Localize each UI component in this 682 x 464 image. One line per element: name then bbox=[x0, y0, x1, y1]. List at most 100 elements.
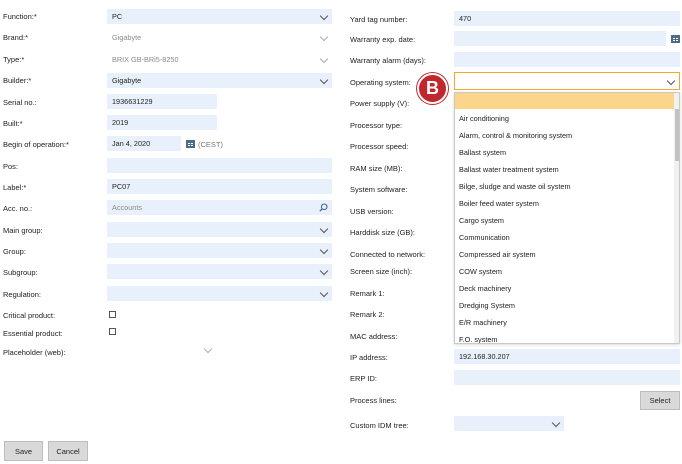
ip-input[interactable]: 192.168.30.207 bbox=[454, 349, 680, 364]
os-dropdown-list[interactable]: Air conditioning Alarm, control & monito… bbox=[454, 92, 680, 344]
acc-label: Acc. no.: bbox=[3, 204, 33, 213]
chevron-down-icon bbox=[319, 224, 329, 234]
group-select[interactable] bbox=[107, 243, 332, 258]
dropdown-option[interactable]: Alarm, control & monitoring system bbox=[459, 131, 572, 140]
save-button[interactable]: Save bbox=[4, 441, 43, 461]
label-input[interactable]: PC07 bbox=[107, 179, 332, 194]
scrollbar-thumb[interactable] bbox=[675, 109, 679, 161]
chevron-down-icon bbox=[666, 76, 676, 86]
calendar-icon[interactable] bbox=[186, 140, 195, 148]
hdd-label: Harddisk size (GB): bbox=[350, 228, 416, 237]
idm-select[interactable] bbox=[454, 416, 564, 431]
chevron-down-icon bbox=[319, 266, 329, 276]
label-value: PC07 bbox=[112, 182, 131, 191]
warranty-exp-input[interactable] bbox=[454, 31, 666, 46]
pos-label: Pos: bbox=[3, 162, 19, 171]
dropdown-option[interactable]: Air conditioning bbox=[459, 114, 509, 123]
warranty-alarm-label: Warranty alarm (days): bbox=[350, 56, 426, 65]
built-label: Built:* bbox=[3, 119, 23, 128]
ip-label: IP address: bbox=[350, 353, 388, 362]
dropdown-option[interactable]: Bilge, sludge and waste oil system bbox=[459, 182, 571, 191]
annotation-marker: B bbox=[417, 73, 448, 104]
group-label: Group: bbox=[3, 247, 26, 256]
dropdown-option[interactable]: Ballast system bbox=[459, 148, 506, 157]
dropdown-option[interactable]: Dredging System bbox=[459, 301, 515, 310]
type-value: BRIX GB-BRi5-8250 bbox=[112, 55, 179, 64]
serial-input[interactable]: 1936631229 bbox=[107, 94, 217, 109]
serial-label: Serial no.: bbox=[3, 98, 37, 107]
type-label: Type:* bbox=[3, 55, 25, 64]
chevron-down-icon bbox=[319, 54, 329, 64]
dropdown-option[interactable]: Compressed air system bbox=[459, 250, 536, 259]
chevron-down-icon bbox=[319, 11, 329, 21]
placeholder-web-label: Placeholder (web): bbox=[3, 348, 66, 357]
chevron-down-icon[interactable] bbox=[203, 344, 213, 354]
chevron-down-icon bbox=[319, 245, 329, 255]
regulation-label: Regulation: bbox=[3, 290, 41, 299]
dropdown-scrollbar[interactable] bbox=[674, 93, 679, 343]
acc-placeholder: Accounts bbox=[112, 203, 143, 212]
critical-label: Critical product: bbox=[3, 311, 56, 320]
critical-checkbox[interactable] bbox=[109, 311, 116, 318]
builder-value: Gigabyte bbox=[112, 76, 142, 85]
type-select[interactable]: BRIX GB-BRi5-8250 bbox=[107, 52, 332, 67]
search-icon[interactable] bbox=[319, 203, 328, 212]
subgroup-select[interactable] bbox=[107, 264, 332, 279]
screen-label: Screen size (inch): bbox=[350, 267, 413, 276]
chevron-down-icon bbox=[319, 288, 329, 298]
regulation-select[interactable] bbox=[107, 286, 332, 301]
essential-checkbox[interactable] bbox=[109, 328, 116, 335]
yard-tag-input[interactable]: 470 bbox=[454, 11, 680, 26]
sys-sw-label: System software: bbox=[350, 185, 408, 194]
dropdown-highlighted-option[interactable] bbox=[455, 93, 675, 109]
idm-label: Custom IDM tree: bbox=[350, 421, 409, 430]
dropdown-option[interactable]: Boiler feed water system bbox=[459, 199, 539, 208]
yard-tag-value: 470 bbox=[459, 14, 472, 23]
os-select[interactable] bbox=[454, 72, 680, 90]
built-input[interactable]: 2019 bbox=[107, 115, 217, 130]
select-button[interactable]: Select bbox=[640, 391, 680, 410]
label-field-label: Label:* bbox=[3, 183, 27, 192]
function-value: PC bbox=[112, 12, 123, 21]
builder-label: Builder:* bbox=[3, 76, 32, 85]
main-group-select[interactable] bbox=[107, 222, 332, 237]
pos-input[interactable] bbox=[107, 158, 332, 173]
mac-label: MAC address: bbox=[350, 332, 398, 341]
timezone-label: (CEST) bbox=[198, 140, 223, 149]
brand-value: Gigabyte bbox=[112, 33, 142, 42]
process-lines-label: Process lines: bbox=[350, 396, 397, 405]
function-select[interactable]: PC bbox=[107, 9, 332, 24]
os-label: Operating system: bbox=[350, 78, 411, 87]
begin-label: Begin of operation:* bbox=[3, 140, 69, 149]
dropdown-option[interactable]: E/R machinery bbox=[459, 318, 507, 327]
begin-value: Jan 4, 2020 bbox=[112, 139, 151, 148]
ram-label: RAM size (MB): bbox=[350, 164, 403, 173]
brand-select[interactable]: Gigabyte bbox=[107, 30, 332, 45]
usb-label: USB version: bbox=[350, 207, 394, 216]
calendar-icon[interactable] bbox=[671, 35, 680, 43]
dropdown-option[interactable]: F.O. system bbox=[459, 335, 498, 343]
ip-value: 192.168.30.207 bbox=[459, 352, 510, 361]
acc-input[interactable]: Accounts bbox=[107, 200, 332, 215]
yard-tag-label: Yard tag number: bbox=[350, 15, 408, 24]
builder-select[interactable]: Gigabyte bbox=[107, 73, 332, 88]
built-value: 2019 bbox=[112, 118, 129, 127]
dropdown-option[interactable]: Cargo system bbox=[459, 216, 504, 225]
brand-label: Brand:* bbox=[3, 33, 29, 42]
warranty-alarm-input[interactable] bbox=[454, 52, 680, 67]
dropdown-option[interactable]: Ballast water treatment system bbox=[459, 165, 559, 174]
warranty-exp-label: Warranty exp. date: bbox=[350, 35, 416, 44]
proc-type-label: Processor type: bbox=[350, 121, 403, 130]
erp-input[interactable] bbox=[454, 370, 680, 385]
erp-label: ERP ID: bbox=[350, 374, 377, 383]
subgroup-label: Subgroup: bbox=[3, 268, 38, 277]
serial-value: 1936631229 bbox=[112, 97, 153, 106]
dropdown-option[interactable]: COW system bbox=[459, 267, 502, 276]
dropdown-option[interactable]: Deck machinery bbox=[459, 284, 511, 293]
begin-date-input[interactable]: Jan 4, 2020 bbox=[107, 136, 181, 151]
chevron-down-icon bbox=[551, 418, 561, 428]
cancel-button[interactable]: Cancel bbox=[48, 441, 88, 461]
chevron-down-icon bbox=[319, 32, 329, 42]
dropdown-option[interactable]: Communication bbox=[459, 233, 510, 242]
proc-speed-label: Processor speed: bbox=[350, 142, 409, 151]
